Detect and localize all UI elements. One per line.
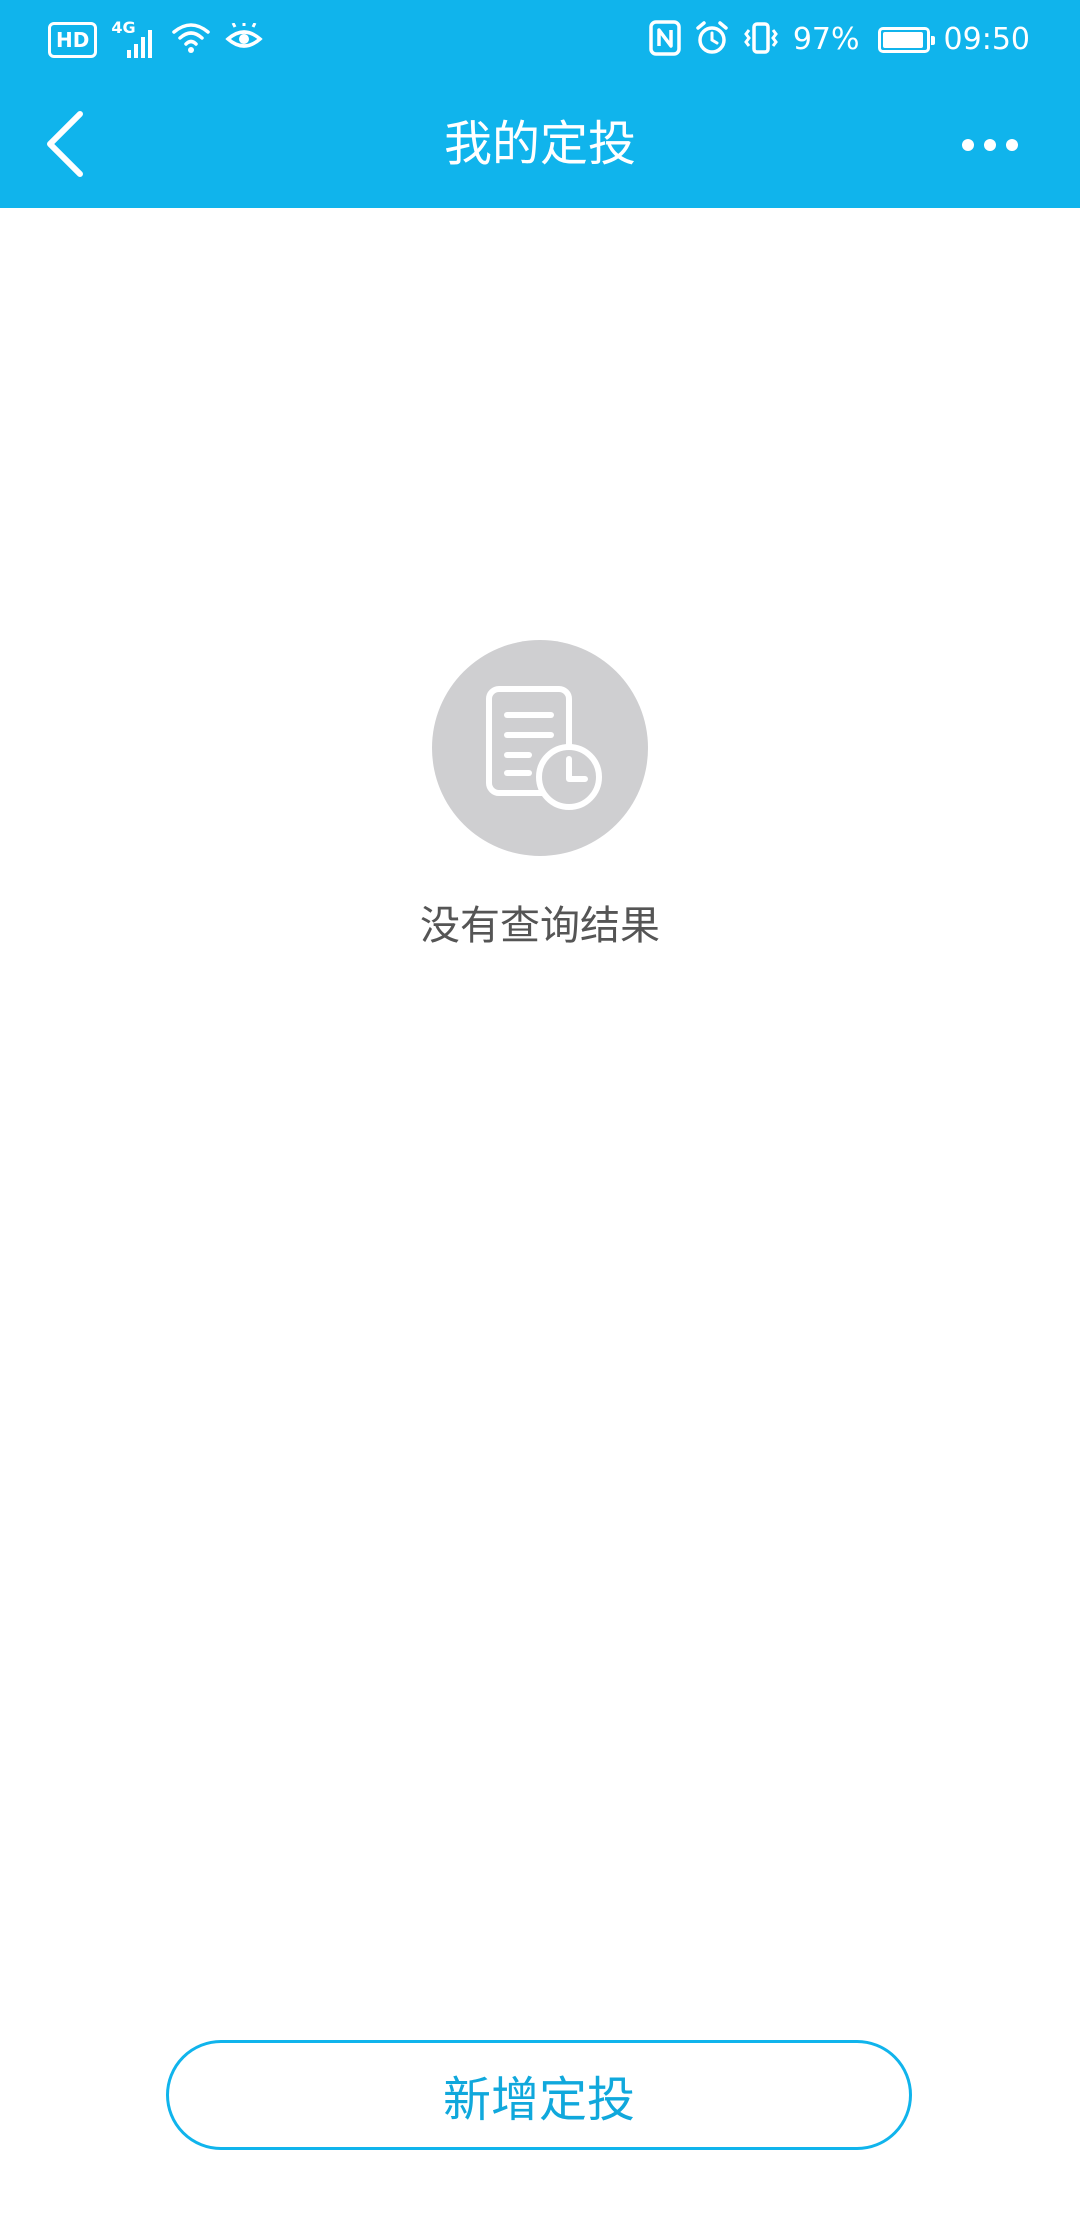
status-bar: HD 4G 97% 09:50: [0, 0, 1080, 80]
title-bar: 我的定投: [0, 80, 1080, 208]
document-clock-icon: [486, 686, 602, 810]
back-button[interactable]: [40, 102, 130, 186]
nfc-icon: [649, 20, 681, 60]
empty-icon-circle: [432, 640, 648, 856]
hd-badge: HD: [48, 22, 98, 58]
battery-percentage: 97%: [792, 22, 860, 57]
empty-state: 没有查询结果: [0, 640, 1080, 952]
page-title: 我的定投: [443, 116, 636, 172]
clock-time: 09:50: [943, 22, 1030, 57]
alarm-icon: [695, 20, 729, 60]
status-left-group: HD 4G: [48, 18, 264, 62]
cell-signal-icon: 4G: [111, 18, 157, 60]
wifi-icon: [171, 20, 211, 60]
empty-message: 没有查询结果: [420, 903, 660, 949]
status-right-group: 97% 09:50: [649, 18, 1030, 62]
battery-icon: [877, 27, 935, 53]
vibrate-icon: [743, 20, 779, 60]
battery-fill: [882, 32, 924, 48]
more-dots-icon: [962, 139, 1018, 151]
chevron-left-icon: [47, 111, 83, 177]
more-options-button[interactable]: [940, 110, 1040, 180]
add-plan-button[interactable]: 新增定投: [166, 2040, 912, 2150]
network-type-label: 4G: [111, 18, 136, 37]
eye-comfort-icon: [225, 22, 264, 57]
